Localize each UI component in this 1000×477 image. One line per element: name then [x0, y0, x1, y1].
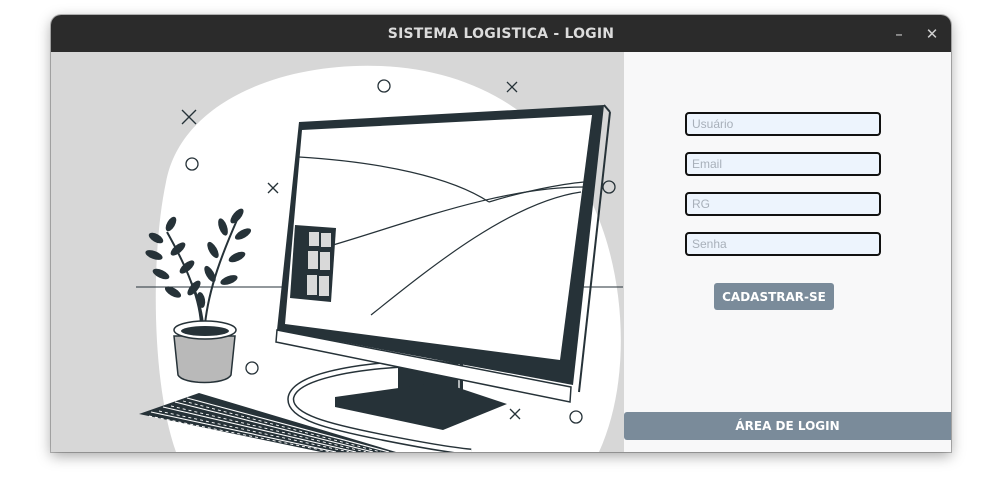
password-field[interactable] [685, 232, 881, 256]
minimize-button[interactable]: – [882, 15, 916, 52]
login-area-button[interactable]: ÁREA DE LOGIN [624, 412, 951, 440]
close-icon: ✕ [925, 24, 939, 43]
x-mark-icon [506, 81, 518, 93]
computer-illustration [136, 65, 623, 452]
minimize-icon: – [895, 24, 903, 43]
window-title: SISTEMA LOGISTICA - LOGIN [387, 25, 615, 42]
login-window: SISTEMA LOGISTICA - LOGIN – ✕ Usuário Em… [51, 15, 951, 452]
title-bar[interactable]: SISTEMA LOGISTICA - LOGIN – ✕ [51, 15, 951, 52]
register-form-panel: CADASTRAR-SE ÁREA DE LOGIN [624, 52, 951, 452]
email-field[interactable] [685, 152, 881, 176]
illustration-panel [51, 52, 624, 452]
plant-pot [173, 335, 236, 384]
circle-icon [602, 180, 616, 194]
close-button[interactable]: ✕ [915, 15, 949, 52]
rg-field[interactable] [685, 192, 881, 216]
register-button[interactable]: CADASTRAR-SE [714, 283, 834, 310]
username-field[interactable] [685, 112, 881, 136]
x-mark-icon [181, 109, 197, 125]
